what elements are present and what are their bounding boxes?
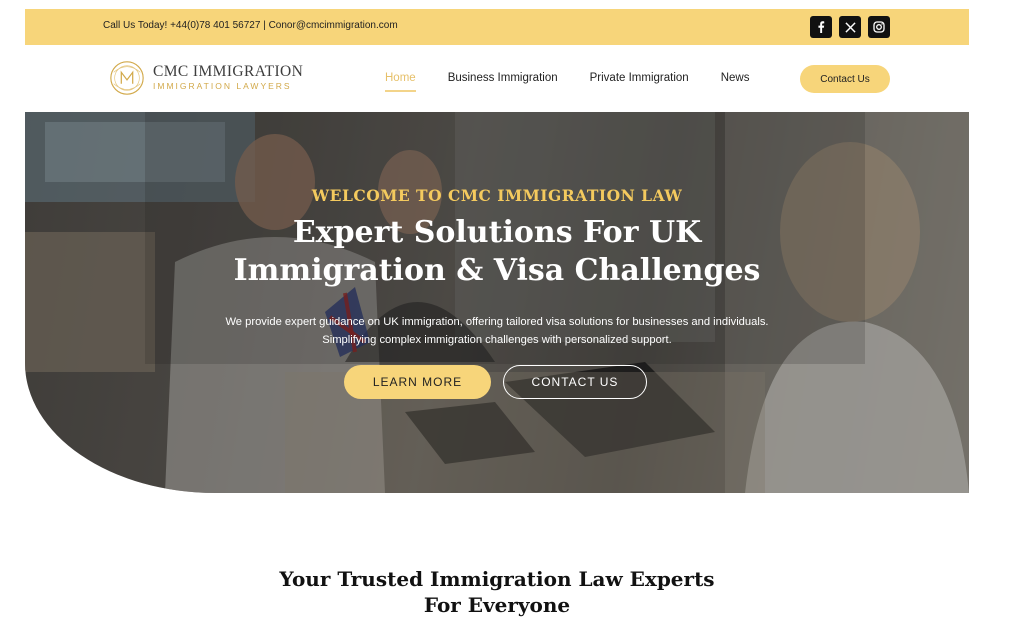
hero-contact-us-button[interactable]: CONTACT US bbox=[503, 365, 647, 399]
hero-title: Expert Solutions For UK Immigration & Vi… bbox=[25, 214, 969, 290]
hero-description: We provide expert guidance on UK immigra… bbox=[225, 316, 769, 346]
instagram-icon bbox=[873, 21, 885, 33]
site-header: CMC IMMIGRATION IMMIGRATION LAWYERS Home… bbox=[25, 45, 969, 112]
nav-item-news[interactable]: News bbox=[721, 72, 750, 84]
x-twitter-icon bbox=[844, 21, 856, 33]
nav-item-home[interactable]: Home bbox=[385, 72, 416, 92]
contact-us-button[interactable]: Contact Us bbox=[800, 65, 890, 93]
section-heading: Your Trusted Immigration Law Experts For… bbox=[0, 566, 994, 617]
x-twitter-link[interactable] bbox=[839, 16, 861, 38]
logo-title: CMC IMMIGRATION bbox=[153, 63, 304, 80]
section-heading-line-1: Your Trusted Immigration Law Experts bbox=[279, 567, 715, 591]
section-heading-line-2: For Everyone bbox=[423, 593, 571, 617]
facebook-link[interactable] bbox=[810, 16, 832, 38]
facebook-icon bbox=[818, 21, 825, 33]
social-links bbox=[810, 16, 890, 38]
logo-subtitle: IMMIGRATION LAWYERS bbox=[153, 81, 292, 91]
hero-title-line-2: Immigration & Visa Challenges bbox=[233, 253, 761, 288]
top-bar: Call Us Today! +44(0)78 401 56727 | Cono… bbox=[25, 9, 969, 45]
hero-banner: WELCOME TO CMC IMMIGRATION LAW Expert So… bbox=[25, 112, 969, 493]
nav-item-business-immigration[interactable]: Business Immigration bbox=[448, 72, 558, 84]
nav-item-private-immigration[interactable]: Private Immigration bbox=[590, 72, 689, 84]
instagram-link[interactable] bbox=[868, 16, 890, 38]
hero-title-line-1: Expert Solutions For UK bbox=[292, 215, 702, 250]
learn-more-button[interactable]: LEARN MORE bbox=[344, 365, 491, 399]
logo-text: CMC IMMIGRATION IMMIGRATION LAWYERS bbox=[153, 64, 303, 92]
site-logo[interactable]: CMC IMMIGRATION IMMIGRATION LAWYERS bbox=[108, 59, 303, 97]
contact-info-text: Call Us Today! +44(0)78 401 56727 | Cono… bbox=[103, 20, 398, 31]
logo-emblem-icon bbox=[110, 61, 144, 95]
main-nav: Home Business Immigration Private Immigr… bbox=[385, 72, 750, 92]
hero-kicker: WELCOME TO CMC IMMIGRATION LAW bbox=[311, 186, 683, 205]
